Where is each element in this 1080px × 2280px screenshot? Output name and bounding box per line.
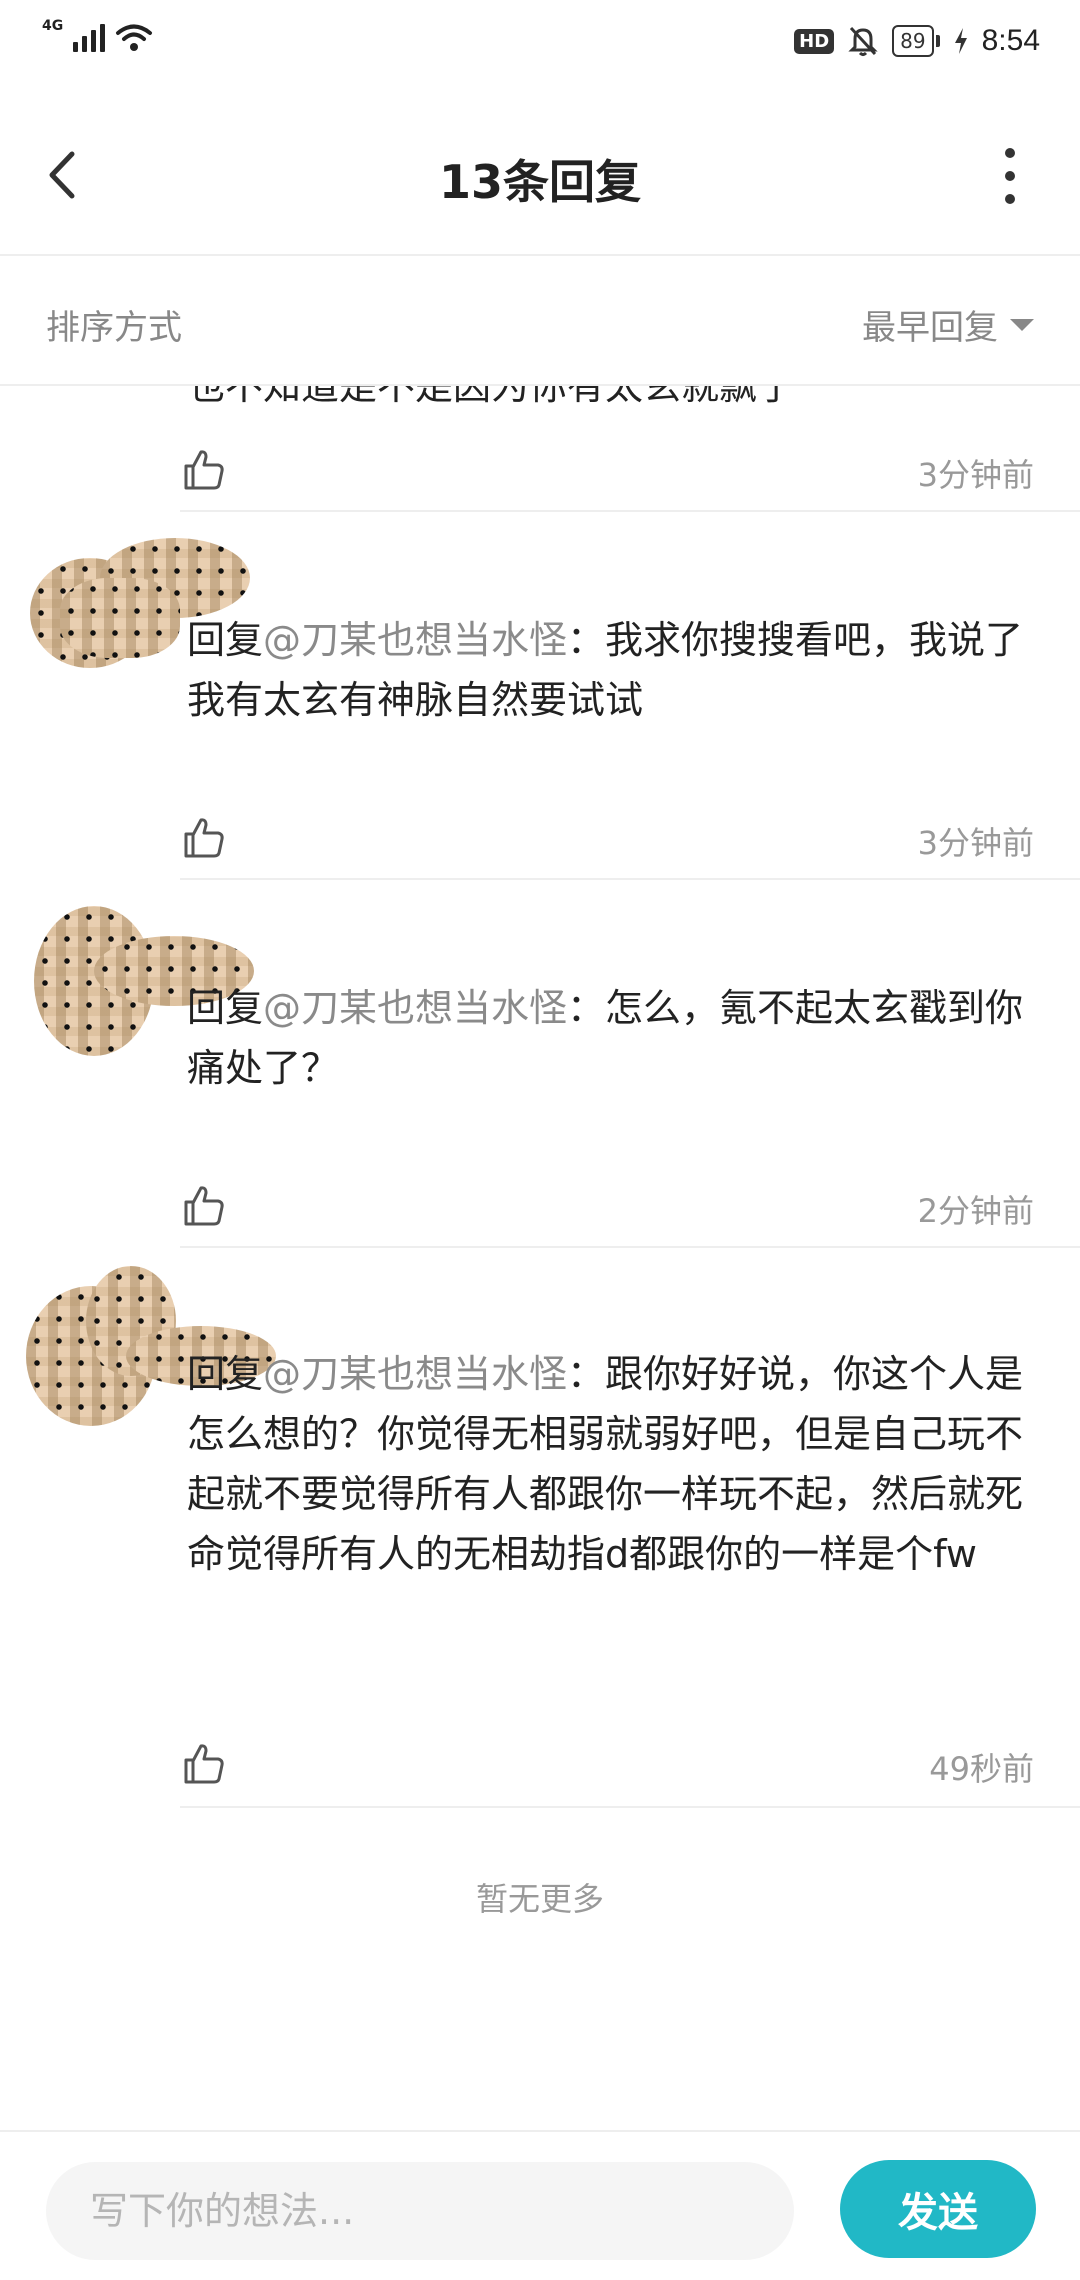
signal-icon: [73, 22, 106, 52]
end-of-list-label: 暂无更多: [475, 1880, 604, 1918]
status-bar: 4G HD 89 8:54: [0, 0, 1080, 90]
mention-link[interactable]: @刀某也想当水怪: [263, 618, 567, 662]
clock: 8:54: [981, 24, 1040, 57]
reply-prefix: 回复: [187, 618, 264, 662]
reply-text: 也不知道是不是因为你有太玄就飘了: [187, 386, 796, 408]
app-header: 13条回复: [0, 90, 1080, 256]
reply-time: 3分钟前: [917, 824, 1034, 862]
divider: [180, 1806, 1080, 1808]
sort-label: 排序方式: [46, 308, 182, 348]
network-type: 4G: [42, 18, 64, 34]
more-options-button[interactable]: [1000, 148, 1020, 204]
reply-prefix: 回复: [187, 1352, 264, 1396]
reply-prefix: 回复: [187, 986, 264, 1030]
charging-icon: [954, 28, 967, 54]
sort-value: 最早回复: [862, 308, 998, 348]
mention-link[interactable]: @刀某也想当水怪: [263, 1352, 567, 1396]
reply-item: 回复@刀某也想当水怪：我求你搜搜看吧，我说了我有太玄有神脉自然要试试 3分钟前: [0, 510, 1080, 880]
reply-time: 2分钟前: [917, 1192, 1034, 1230]
reply-text: 回复@刀某也想当水怪：跟你好好说，你这个人是怎么想的？你觉得无相弱就弱好吧，但是…: [187, 1352, 1024, 1576]
thumbs-up-icon[interactable]: [180, 1182, 228, 1230]
reply-input[interactable]: [46, 2162, 794, 2260]
sort-bar: 排序方式 最早回复: [0, 258, 1080, 386]
mute-bell-icon: [848, 26, 878, 56]
wifi-icon: [116, 24, 153, 51]
send-button[interactable]: 发送: [840, 2160, 1036, 2258]
reply-item: 回复@刀某也想当水怪：跟你好好说，你这个人是怎么想的？你觉得无相弱就弱好吧，但是…: [0, 1246, 1080, 1808]
reply-list[interactable]: 也不知道是不是因为你有太玄就飘了 3分钟前 回复@刀某也想当水怪：我求你搜搜看吧…: [0, 386, 1080, 2130]
sort-dropdown[interactable]: 最早回复: [862, 300, 1034, 349]
more-vertical-icon: [1005, 148, 1015, 158]
reply-time: 3分钟前: [917, 456, 1034, 494]
reply-item: 回复@刀某也想当水怪：怎么，氪不起太玄戳到你痛处了？ 2分钟前: [0, 878, 1080, 1248]
compose-bar: 发送: [0, 2130, 1080, 2280]
mention-link[interactable]: @刀某也想当水怪: [263, 986, 567, 1030]
thumbs-up-icon[interactable]: [180, 1740, 228, 1788]
thumbs-up-icon[interactable]: [180, 814, 228, 862]
thumbs-up-icon[interactable]: [180, 446, 228, 494]
battery-icon: 89: [892, 25, 940, 57]
reply-text: 回复@刀某也想当水怪：怎么，氪不起太玄戳到你痛处了？: [187, 986, 1024, 1090]
reply-time: 49秒前: [929, 1750, 1034, 1788]
page-title: 13条回复: [438, 155, 641, 209]
caret-down-icon: [1010, 318, 1034, 331]
hd-icon: HD: [794, 28, 835, 54]
reply-text: 回复@刀某也想当水怪：我求你搜搜看吧，我说了我有太玄有神脉自然要试试: [187, 618, 1024, 722]
battery-level: 89: [892, 25, 934, 57]
